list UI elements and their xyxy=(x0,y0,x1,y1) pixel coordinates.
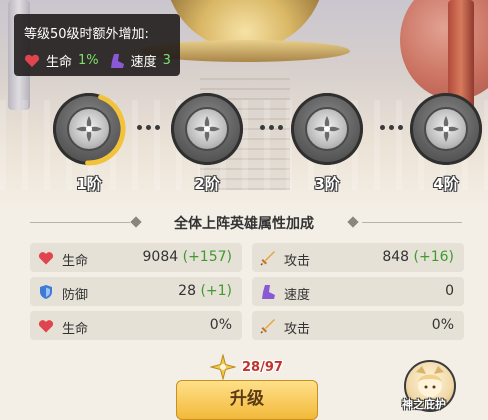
stat-value: 9084 xyxy=(142,249,179,265)
tier-medallion xyxy=(291,93,363,165)
tier-3[interactable]: 3阶 xyxy=(291,93,365,193)
stat-defense: 防御 28 (+1) xyxy=(30,277,242,306)
tier-medallion xyxy=(410,93,482,165)
stat-name: 攻击 xyxy=(284,322,311,337)
heart-icon xyxy=(38,320,54,333)
tier-medallion xyxy=(171,93,243,165)
stat-life: 生命 9084 (+157) xyxy=(30,243,242,272)
tooltip-speed-label: 速度 xyxy=(130,55,157,70)
tier-connector xyxy=(137,125,160,130)
heart-icon xyxy=(38,252,54,265)
tier-connector xyxy=(260,125,283,130)
tier-connector xyxy=(380,125,403,130)
stat-attack: 攻击 848 (+16) xyxy=(252,243,464,272)
tooltip-title: 等级50级时额外增加: xyxy=(24,27,149,42)
star-cost: 28/97 xyxy=(210,354,283,380)
tier-4[interactable]: 4阶 xyxy=(410,93,484,193)
star-count: 28/97 xyxy=(242,359,283,375)
boot-icon xyxy=(262,285,275,299)
stat-value: 0% xyxy=(431,317,454,333)
stat-bonus: (+1) xyxy=(200,283,232,299)
tier-label: 3阶 xyxy=(314,175,340,193)
upgrade-button[interactable]: 升级 xyxy=(176,380,318,420)
stat-name: 攻击 xyxy=(284,254,311,269)
tier-1[interactable]: 1阶 xyxy=(52,92,127,193)
stat-bonus: (+157) xyxy=(182,249,232,265)
stat-name: 速度 xyxy=(284,288,311,303)
emblem-icon xyxy=(314,116,340,142)
emblem-icon xyxy=(76,116,102,142)
level-bonus-tooltip: 等级50级时额外增加: 生命 1% 速度 3 xyxy=(14,14,180,76)
stat-attack-percent: 攻击 0% xyxy=(252,311,464,340)
tier-label: 4阶 xyxy=(433,175,459,193)
emblem-icon xyxy=(194,116,220,142)
stat-speed: 速度 0 xyxy=(252,277,464,306)
red-tree xyxy=(400,0,488,100)
section-title: 全体上阵英雄属性加成 xyxy=(174,216,314,232)
stat-name: 生命 xyxy=(62,322,89,337)
sword-icon xyxy=(260,319,275,334)
stat-value: 0 xyxy=(445,283,454,299)
stat-name: 生命 xyxy=(62,254,89,269)
divider-line xyxy=(362,222,462,223)
boot-icon xyxy=(110,53,124,68)
stat-bonus: (+16) xyxy=(413,249,454,265)
stat-value: 28 xyxy=(178,283,196,299)
tooltip-life-value: 1% xyxy=(78,53,99,68)
star-icon xyxy=(210,354,236,380)
tier-label: 2阶 xyxy=(194,175,220,193)
tier-2[interactable]: 2阶 xyxy=(171,93,245,193)
stat-value: 0% xyxy=(209,317,232,333)
stat-value: 848 xyxy=(382,249,410,265)
tooltip-life-label: 生命 xyxy=(46,55,73,70)
stat-life-percent: 生命 0% xyxy=(30,311,242,340)
heart-icon xyxy=(24,54,40,67)
stat-name: 防御 xyxy=(62,288,89,303)
shield-icon xyxy=(40,285,52,299)
tooltip-speed-value: 3 xyxy=(162,53,171,68)
sword-icon xyxy=(260,251,275,266)
emblem-icon xyxy=(433,116,459,142)
tier-medallion xyxy=(52,92,126,166)
hero-label: 神之庇护 xyxy=(402,398,446,411)
tier-label: 1阶 xyxy=(76,175,102,193)
